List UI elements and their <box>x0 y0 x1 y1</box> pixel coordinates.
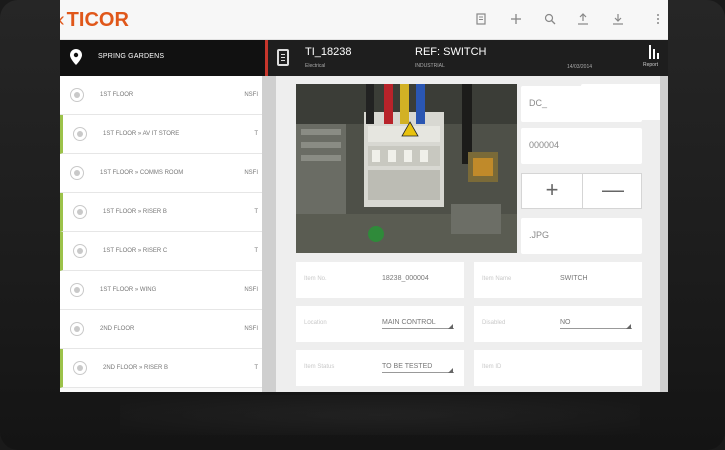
location-select[interactable]: Location MAIN CONTROL <box>296 306 464 342</box>
filename-number-field[interactable]: 000004 <box>521 128 642 164</box>
item-name-field[interactable]: Item Name SWITCH <box>474 262 642 298</box>
report-button[interactable]: Report <box>643 45 665 73</box>
list-item[interactable]: 2ND FLOOR » RISER B T <box>60 349 262 388</box>
location-label: Location <box>304 320 327 326</box>
list-item-label: 1ST FLOOR <box>100 92 134 98</box>
clipboard-icon[interactable] <box>473 12 489 28</box>
list-item-label: 1ST FLOOR » WING <box>100 287 157 293</box>
ticor-logo[interactable]: ‹TICOR <box>60 9 129 32</box>
search-icon[interactable] <box>542 12 558 28</box>
item-id-label: Item ID <box>482 364 502 370</box>
switch-photo-image <box>296 84 517 253</box>
filename-extension-field[interactable]: .JPG <box>521 218 642 254</box>
filename-prefix-value: DC_ <box>529 98 548 108</box>
plus-icon[interactable] <box>508 12 524 28</box>
target-icon <box>70 322 84 336</box>
disabled-select[interactable]: Disabled NO <box>474 306 642 342</box>
download-icon[interactable] <box>610 12 626 28</box>
device-glare <box>120 395 640 435</box>
list-item[interactable]: 1ST FLOOR » WING NSFI <box>60 271 262 310</box>
list-item-tag: T <box>254 248 258 254</box>
disabled-label: Disabled <box>482 320 506 326</box>
dropdown-arrow-icon <box>448 368 453 373</box>
upload-icon[interactable] <box>575 12 591 28</box>
target-icon <box>70 88 84 102</box>
dropdown-arrow-icon <box>448 324 453 329</box>
item-no-label: Item No. <box>304 276 327 282</box>
list-item[interactable]: 1ST FLOOR » RISER B T <box>60 193 262 232</box>
site-header: SPRING GARDENS <box>60 40 265 81</box>
list-item[interactable]: 1ST FLOOR » COMMS ROOM NSFI <box>60 154 262 193</box>
item-status-label: Item Status <box>304 364 335 370</box>
more-icon[interactable] <box>650 12 666 28</box>
dropdown-arrow-icon <box>626 324 631 329</box>
item-photo[interactable] <box>296 84 517 253</box>
logo-text: TICOR <box>66 9 129 31</box>
item-header: TI_18238 Electrical REF: SWITCH INDUSTRI… <box>265 40 668 76</box>
list-item-label: 1ST FLOOR » AV IT STORE <box>103 131 180 137</box>
item-id-field[interactable]: Item ID <box>474 350 642 386</box>
list-item-tag: T <box>254 131 258 137</box>
list-item-tag: NSFI <box>244 326 258 332</box>
item-detail: DC_ 000004 + — .JPG Item No. 18238_00000… <box>276 76 668 392</box>
list-item[interactable]: 1ST FLOOR » AV IT STORE T <box>60 115 262 154</box>
list-item-tag: NSFI <box>244 92 258 98</box>
location-value: MAIN CONTROL <box>382 319 454 329</box>
list-item[interactable]: 2ND FLOOR NSFI <box>60 310 262 349</box>
target-icon <box>73 361 87 375</box>
panel-divider[interactable] <box>262 76 276 392</box>
app-screen: ‹TICOR <box>60 0 668 392</box>
list-item-tag: NSFI <box>244 287 258 293</box>
item-name-value: SWITCH <box>560 275 588 282</box>
disabled-value: NO <box>560 319 632 329</box>
item-category: Electrical <box>305 63 326 69</box>
list-item-label: 2ND FLOOR <box>100 326 135 332</box>
tablet-device: ‹TICOR <box>0 0 725 450</box>
item-date: 14/03/2014 <box>567 64 593 70</box>
list-item-label: 2ND FLOOR » RISER B <box>103 365 169 371</box>
decrement-button[interactable]: — <box>583 174 643 208</box>
list-item-label: 1ST FLOOR » COMMS ROOM <box>100 170 184 176</box>
item-no-value: 18238_000004 <box>382 275 429 282</box>
bar-chart-icon <box>649 45 661 59</box>
filename-number-value: 000004 <box>529 140 560 150</box>
number-stepper: + — <box>521 173 642 209</box>
item-ref-sub: INDUSTRIAL <box>415 63 445 69</box>
scrollbar[interactable] <box>660 76 668 392</box>
item-name-label: Item Name <box>482 276 512 282</box>
back-chevron-icon[interactable]: ‹ <box>60 9 65 31</box>
list-item-tag: T <box>254 365 258 371</box>
clipboard-icon <box>277 49 289 66</box>
location-list: 1ST FLOOR NSFI 1ST FLOOR » AV IT STORE T… <box>60 76 265 392</box>
list-item-label: 1ST FLOOR » RISER B <box>103 209 167 215</box>
list-item[interactable]: 1ST FLOOR NSFI <box>60 76 262 115</box>
item-id: TI_18238 <box>305 46 352 58</box>
list-item[interactable]: 1ST FLOOR » RISER C T <box>60 232 262 271</box>
filename-prefix-field[interactable]: DC_ <box>521 86 642 122</box>
item-no-field[interactable]: Item No. 18238_000004 <box>296 262 464 298</box>
item-status-select[interactable]: Item Status TO BE TESTED <box>296 350 464 386</box>
list-item-tag: T <box>254 209 258 215</box>
site-title: SPRING GARDENS <box>98 53 165 60</box>
list-item-tag: NSFI <box>244 170 258 176</box>
target-icon <box>73 244 87 258</box>
top-toolbar: ‹TICOR <box>60 0 668 40</box>
item-status-value: TO BE TESTED <box>382 363 454 373</box>
item-ref: REF: SWITCH <box>415 46 487 58</box>
target-icon <box>73 205 87 219</box>
target-icon <box>70 283 84 297</box>
location-pin-icon <box>70 49 82 65</box>
target-icon <box>73 127 87 141</box>
list-item-label: 1ST FLOOR » RISER C <box>103 248 168 254</box>
filename-extension-value: .JPG <box>529 230 550 240</box>
alert-stripe <box>265 40 268 76</box>
target-icon <box>70 166 84 180</box>
report-label: Report <box>643 62 659 68</box>
increment-button[interactable]: + <box>522 174 582 208</box>
